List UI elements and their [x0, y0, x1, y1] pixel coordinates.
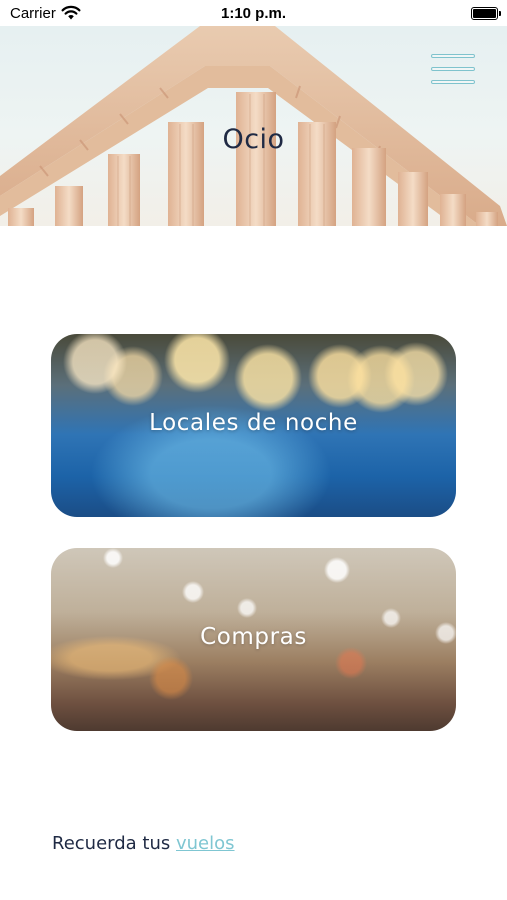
- card-nightlife-label: Locales de noche: [149, 410, 358, 436]
- status-bar: Carrier 1:10 p.m.: [0, 0, 507, 26]
- footer-reminder: Recuerda tus vuelos: [52, 833, 235, 854]
- footer-text: Recuerda tus: [52, 833, 171, 854]
- hamburger-menu-icon[interactable]: [430, 53, 476, 87]
- card-shopping[interactable]: Compras: [51, 548, 456, 731]
- card-shopping-label: Compras: [200, 624, 307, 650]
- page-title: Ocio: [222, 124, 285, 155]
- flights-link[interactable]: vuelos: [176, 833, 235, 854]
- status-time: 1:10 p.m.: [220, 5, 287, 22]
- header-banner: Ocio: [0, 26, 507, 226]
- battery-icon: [471, 7, 501, 20]
- card-nightlife[interactable]: Locales de noche: [51, 334, 456, 517]
